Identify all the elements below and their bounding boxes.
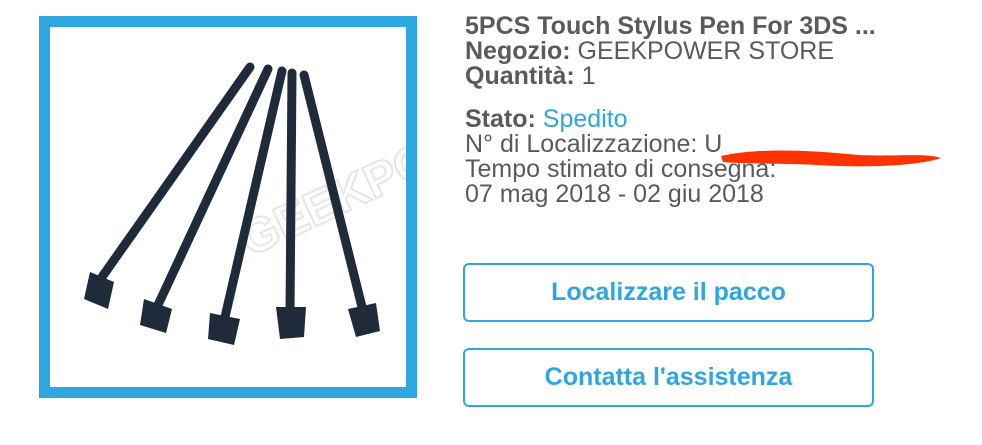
tracking-label: N° di Localizzazione: (465, 130, 698, 158)
store-label: Negozio: (465, 37, 571, 65)
eta-value: 07 mag 2018 - 02 giu 2018 (465, 180, 764, 208)
status-value: Spedito (542, 105, 628, 133)
quantity-label: Quantità: (465, 62, 575, 90)
stylus-pens-photo-icon: GEEKPOWER (84, 62, 406, 345)
quantity-row: Quantità: 1 (465, 64, 965, 89)
quantity-value: 1 (581, 62, 596, 90)
product-title[interactable]: 5PCS Touch Stylus Pen For 3DS ... (465, 14, 965, 39)
contact-support-button[interactable]: Contatta l'assistenza (463, 348, 874, 407)
status-label: Stato: (465, 105, 536, 133)
store-row: Negozio: GEEKPOWER STORE (465, 39, 965, 64)
status-row: Stato: Spedito (465, 107, 965, 132)
redaction-scribble (721, 150, 941, 167)
store-name: GEEKPOWER STORE (577, 37, 835, 65)
order-item-card: GEEKPOWER 5PCS Touch Stylus Pen For 3DS … (0, 0, 982, 445)
order-details: 5PCS Touch Stylus Pen For 3DS ... Negozi… (465, 14, 965, 207)
product-image[interactable]: GEEKPOWER (39, 16, 417, 398)
track-package-button[interactable]: Localizzare il pacco (463, 263, 874, 322)
